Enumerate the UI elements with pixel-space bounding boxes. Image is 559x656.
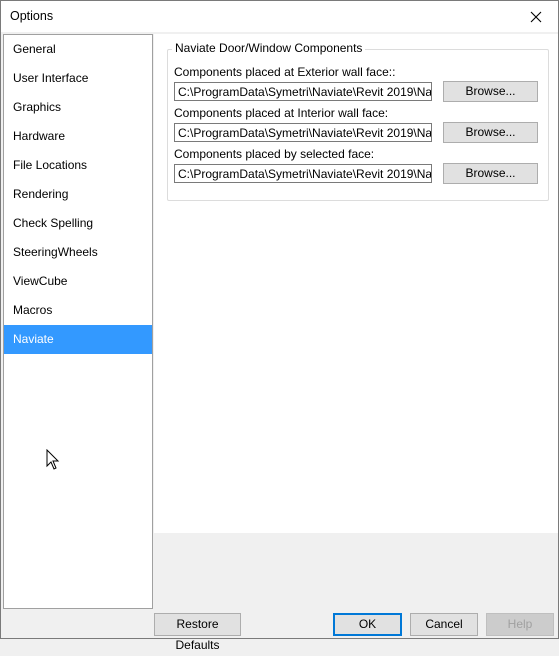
door-window-components-group: Naviate Door/Window Components Component… <box>167 41 549 201</box>
sidebar-item-naviate[interactable]: Naviate <box>4 325 152 354</box>
interior-browse-button[interactable]: Browse... <box>443 122 538 143</box>
sidebar-item-viewcube[interactable]: ViewCube <box>4 267 152 296</box>
sidebar-item-rendering[interactable]: Rendering <box>4 180 152 209</box>
group-title: Naviate Door/Window Components <box>172 41 366 55</box>
selected-browse-button[interactable]: Browse... <box>443 163 538 184</box>
sidebar-item-check-spelling[interactable]: Check Spelling <box>4 209 152 238</box>
category-list: General User Interface Graphics Hardware… <box>3 34 153 609</box>
sidebar-item-steeringwheels[interactable]: SteeringWheels <box>4 238 152 267</box>
options-dialog: Options General User Interface Graphics … <box>0 0 559 652</box>
interior-face-label: Components placed at Interior wall face: <box>174 106 389 120</box>
window-title: Options <box>10 9 54 23</box>
settings-panel: Naviate Door/Window Components Component… <box>154 34 558 607</box>
dialog-footer: Restore Defaults OK Cancel Help <box>1 609 558 652</box>
restore-defaults-button[interactable]: Restore Defaults <box>154 613 241 652</box>
selected-face-label: Components placed by selected face: <box>174 147 375 161</box>
close-button[interactable] <box>514 1 558 32</box>
exterior-face-label: Components placed at Exterior wall face:… <box>174 65 396 79</box>
sidebar-item-macros[interactable]: Macros <box>4 296 152 325</box>
sidebar-item-file-locations[interactable]: File Locations <box>4 151 152 180</box>
exterior-face-path-input[interactable]: C:\ProgramData\Symetri\Naviate\Revit 201… <box>174 82 432 101</box>
interior-face-path-input[interactable]: C:\ProgramData\Symetri\Naviate\Revit 201… <box>174 123 432 142</box>
sidebar-item-hardware[interactable]: Hardware <box>4 122 152 151</box>
cancel-button[interactable]: Cancel <box>410 613 478 636</box>
title-bar: Options <box>1 1 558 32</box>
close-icon <box>530 11 542 22</box>
sidebar-item-graphics[interactable]: Graphics <box>4 93 152 122</box>
sidebar-item-general[interactable]: General <box>4 35 152 64</box>
panel-footer-area <box>154 533 558 607</box>
sidebar-item-user-interface[interactable]: User Interface <box>4 64 152 93</box>
mouse-pointer-icon <box>46 449 60 470</box>
exterior-browse-button[interactable]: Browse... <box>443 81 538 102</box>
help-button[interactable]: Help <box>486 613 554 636</box>
ok-button[interactable]: OK <box>333 613 402 636</box>
selected-face-path-input[interactable]: C:\ProgramData\Symetri\Naviate\Revit 201… <box>174 164 432 183</box>
